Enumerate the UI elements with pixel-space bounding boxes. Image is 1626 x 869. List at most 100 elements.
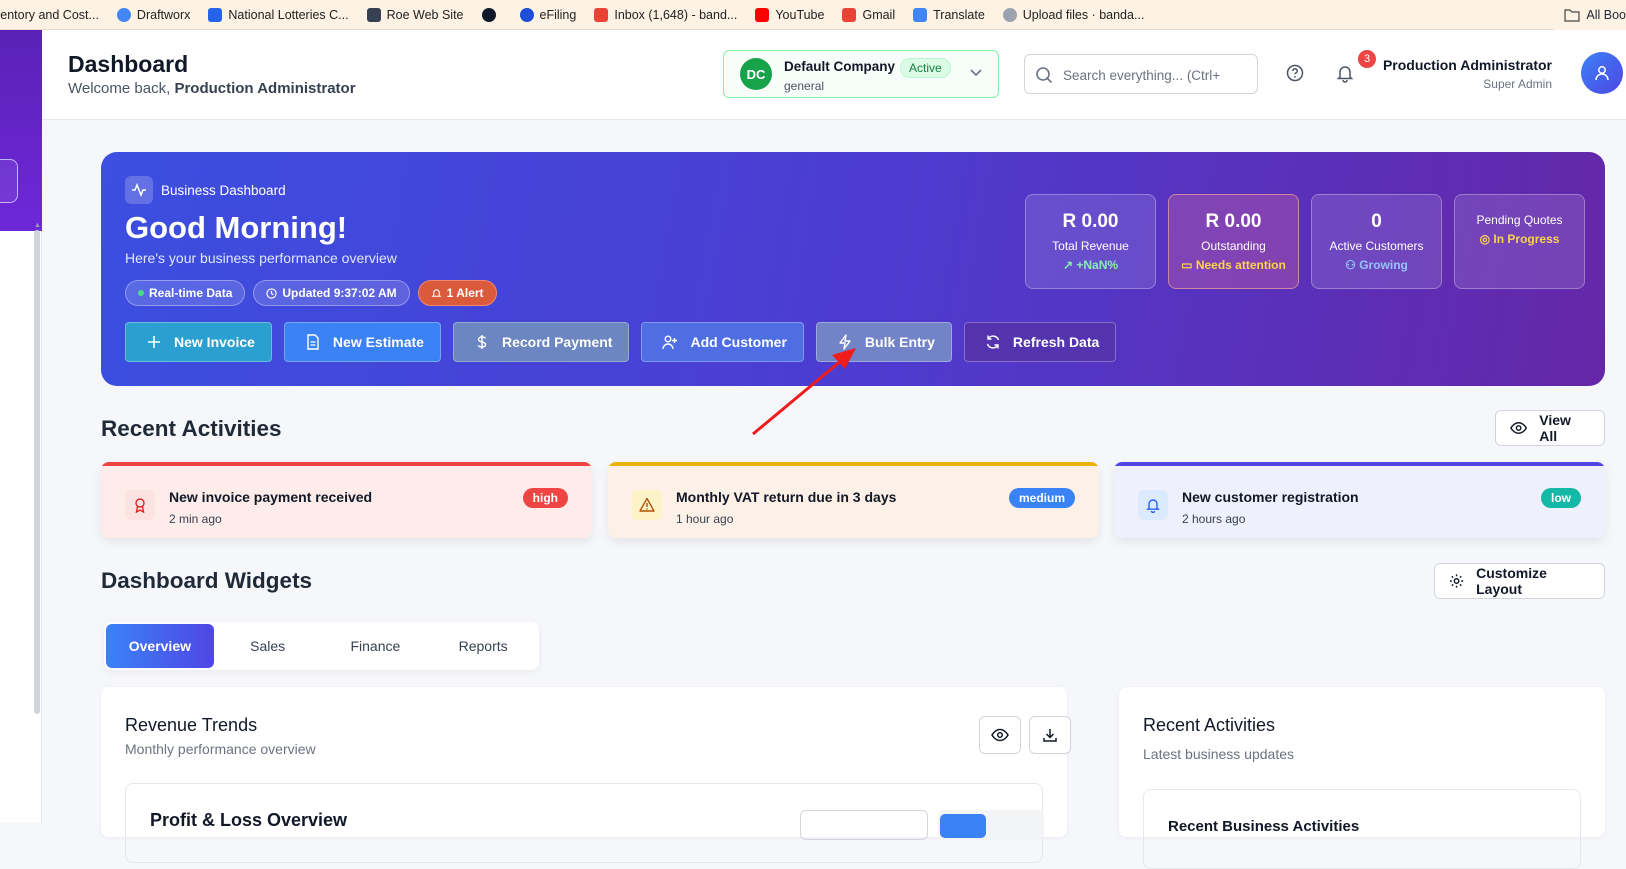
bookmark-item[interactable]: Gmail	[842, 7, 896, 22]
activity-card[interactable]: New invoice payment received 2 min ago hig…	[101, 462, 592, 538]
activity-priority-bar	[608, 462, 1099, 466]
tab-overview[interactable]: Overview	[106, 624, 214, 668]
bookmark-label: YouTube	[775, 7, 825, 22]
view-all-label: View All	[1539, 412, 1571, 444]
bookmark-label: eFiling	[539, 7, 577, 22]
customize-layout-button[interactable]: Customize Layout	[1434, 563, 1605, 599]
updated-chip-label: Updated 9:37:02 AM	[282, 286, 397, 300]
sidebar-toggle-button[interactable]	[0, 159, 18, 203]
stat-card: R 0.00 Total Revenue ↗ +NaN%	[1025, 194, 1156, 289]
action-record-payment-button[interactable]: Record Payment	[452, 322, 630, 362]
revenue-subtitle: Monthly performance overview	[125, 741, 316, 757]
sidebar-scrollbar[interactable]	[34, 230, 40, 714]
stat-sub-label: Needs attention	[1195, 258, 1286, 272]
bell-icon[interactable]	[1335, 63, 1355, 83]
hero-tag: Business Dashboard	[125, 176, 286, 204]
search-input[interactable]	[1063, 64, 1249, 86]
user-avatar[interactable]	[1581, 52, 1623, 94]
warning-icon	[639, 497, 655, 512]
bookmark-label: Draftworx	[136, 7, 191, 22]
activities-panel-subtitle: Latest business updates	[1143, 746, 1294, 762]
eye-icon	[991, 728, 1009, 742]
bookmark-item[interactable]: Translate	[913, 7, 985, 22]
bookmark-label: Roe Web Site	[386, 7, 464, 22]
recent-activities-panel: Recent Activities Latest business update…	[1119, 687, 1605, 869]
bell-icon	[1146, 499, 1160, 513]
view-all-button[interactable]: View All	[1495, 410, 1605, 446]
action-new-estimate-button[interactable]: New Estimate	[283, 322, 441, 362]
bookmark-label: Translate	[933, 7, 985, 22]
preview-button[interactable]	[979, 716, 1021, 754]
welcome-text: Welcome back, Production Administrator	[68, 80, 356, 97]
user-icon	[1595, 66, 1609, 81]
all-bookmarks-button[interactable]: All Boo	[1554, 0, 1626, 30]
live-dot-icon	[138, 290, 144, 296]
download-button[interactable]	[1029, 716, 1071, 754]
card-icon: ▭	[1181, 258, 1193, 272]
tab-reports[interactable]: Reports	[429, 624, 537, 668]
activity-title: New customer registration	[1182, 489, 1359, 505]
bookmark-item[interactable]: National Lotteries C...	[208, 7, 349, 22]
bookmark-item[interactable]	[481, 7, 502, 22]
bookmark-label: Gmail	[862, 7, 896, 22]
realtime-chip-label: Real-time Data	[149, 286, 233, 300]
bookmark-item[interactable]: Upload files · banda...	[1002, 7, 1144, 22]
tab-finance[interactable]: Finance	[322, 624, 430, 668]
company-status-badge: Active	[900, 58, 951, 78]
user-role: Super Admin	[1483, 77, 1552, 91]
bookmark-item[interactable]: Draftworx	[116, 7, 191, 22]
activity-icon-box	[1138, 490, 1168, 520]
view-toggle-active[interactable]	[940, 814, 986, 838]
bookmark-item[interactable]: eFiling	[519, 7, 577, 22]
action-label: Record Payment	[501, 334, 613, 350]
gmail-icon	[594, 7, 609, 22]
gear-icon	[1449, 574, 1464, 588]
activity-title: Monthly VAT return due in 3 days	[676, 489, 897, 505]
profit-loss-title: Profit & Loss Overview	[150, 810, 348, 830]
priority-badge: high	[522, 488, 568, 508]
scroll-up-arrow[interactable]: ▲	[34, 222, 41, 229]
action-refresh-data-button[interactable]: Refresh Data	[963, 322, 1117, 362]
search-icon	[1036, 67, 1053, 84]
alert-chip[interactable]: 1 Alert	[417, 280, 497, 306]
period-select[interactable]	[800, 810, 928, 840]
bookmark-item[interactable]: ventory and Cost...	[0, 8, 99, 22]
bookmark-item[interactable]: YouTube	[755, 7, 825, 22]
view-toggle[interactable]	[938, 810, 1044, 840]
activity-card[interactable]: New customer registration 2 hours ago low	[1114, 462, 1605, 538]
action-label: Add Customer	[690, 334, 787, 350]
flag-icon	[208, 7, 223, 22]
activity-priority-bar	[1114, 462, 1605, 466]
activity-time: 1 hour ago	[676, 512, 734, 526]
stat-sub-label: +NaN%	[1076, 258, 1119, 272]
alert-chip-label: 1 Alert	[446, 286, 484, 300]
bookmark-label: Inbox (1,648) - band...	[614, 7, 738, 22]
globe-icon	[481, 7, 496, 22]
top-header: Dashboard Welcome back, Production Admin…	[42, 30, 1626, 120]
hero-greeting: Good Morning!	[125, 210, 348, 245]
welcome-name: Production Administrator	[174, 80, 356, 97]
action-add-customer-button[interactable]: Add Customer	[641, 322, 804, 362]
activity-card[interactable]: Monthly VAT return due in 3 days 1 hour a…	[608, 462, 1099, 538]
bookmark-item[interactable]: Inbox (1,648) - band...	[594, 7, 738, 22]
action-bulk-entry-button[interactable]: Bulk Entry	[815, 322, 952, 362]
clock-icon	[266, 287, 278, 299]
tab-sales[interactable]: Sales	[214, 624, 322, 668]
users-icon: ⚇	[1345, 258, 1356, 272]
dashboard-widgets-title: Dashboard Widgets	[101, 568, 313, 593]
download-icon	[1043, 729, 1057, 742]
help-icon[interactable]	[1286, 64, 1304, 82]
stat-sub: ⚇ Growing	[1312, 258, 1441, 272]
efiling-icon	[519, 7, 534, 22]
customize-layout-label: Customize Layout	[1476, 565, 1547, 597]
activities-panel-title: Recent Activities	[1143, 715, 1276, 735]
company-selector[interactable]: DC Default Company Active general	[723, 50, 999, 98]
activities-inner-title: Recent Business Activities	[1168, 818, 1360, 835]
bookmark-item[interactable]: Roe Web Site	[366, 7, 464, 22]
search-box[interactable]	[1024, 54, 1258, 94]
action-label: Refresh Data	[1012, 334, 1100, 350]
action-new-invoice-button[interactable]: New Invoice	[125, 322, 272, 362]
hero-stats: R 0.00 Total Revenue ↗ +NaN% R 0.00 Outstand…	[1025, 194, 1585, 289]
activity-title: New invoice payment received	[169, 489, 373, 505]
translate-icon	[913, 7, 928, 22]
